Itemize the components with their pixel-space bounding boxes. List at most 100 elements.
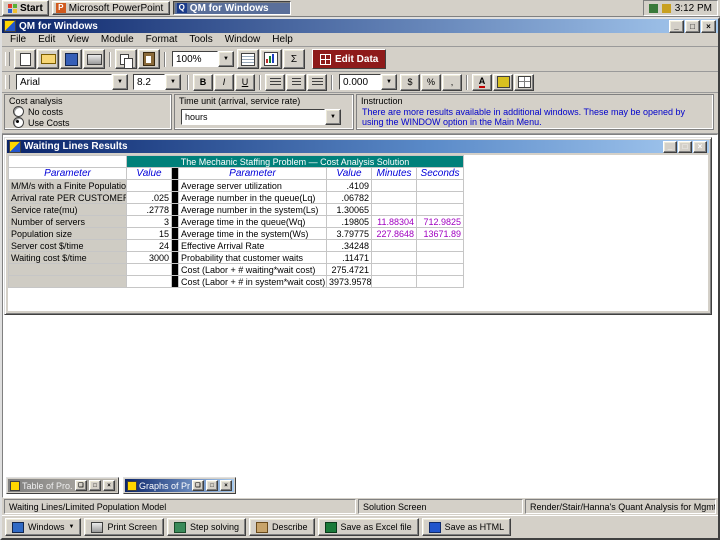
table-cell[interactable]: .4109 — [326, 179, 372, 192]
table-cell[interactable]: 227.8648 — [371, 227, 417, 240]
maximize-icon[interactable]: □ — [89, 480, 101, 491]
table-cell[interactable] — [126, 275, 172, 288]
table-cell[interactable] — [8, 263, 127, 276]
align-right-icon[interactable] — [307, 73, 327, 91]
chevron-down-icon[interactable]: ▼ — [325, 109, 341, 125]
table-cell[interactable]: .11471 — [326, 251, 372, 264]
table-cell[interactable]: 13671.89 — [415, 227, 465, 240]
radio-use-costs[interactable]: Use Costs — [13, 117, 171, 128]
comma-icon[interactable]: , — [442, 73, 462, 91]
close-icon[interactable]: × — [693, 140, 707, 153]
number-format-combobox[interactable]: 0.000 ▼ — [339, 74, 397, 90]
table-cell[interactable]: Average server utilization — [178, 179, 327, 192]
minimize-icon[interactable]: _ — [663, 140, 677, 153]
describe-button[interactable]: Describe — [249, 518, 315, 536]
new-file-icon[interactable] — [14, 49, 36, 69]
table-cell[interactable]: .06782 — [326, 191, 372, 204]
copy-icon[interactable] — [115, 49, 137, 69]
menu-file[interactable]: File — [4, 34, 32, 45]
table-cell[interactable]: 24 — [126, 239, 172, 252]
percent-icon[interactable]: % — [421, 73, 441, 91]
table-cell[interactable]: .025 — [126, 191, 172, 204]
close-icon[interactable]: × — [701, 19, 716, 33]
table-cell[interactable] — [371, 203, 417, 216]
table-cell[interactable]: Effective Arrival Rate — [178, 239, 327, 252]
table-cell[interactable]: Population size — [8, 227, 127, 240]
app-titlebar[interactable]: QM for Windows _ □ × — [2, 19, 718, 33]
align-left-icon[interactable] — [265, 73, 285, 91]
table-cell[interactable]: 3 — [126, 215, 172, 228]
table-cell[interactable] — [371, 251, 417, 264]
table-cell[interactable]: Service rate(mu) — [8, 203, 127, 216]
table-cell[interactable] — [415, 251, 465, 264]
menu-edit[interactable]: Edit — [32, 34, 61, 45]
table-cell[interactable] — [371, 179, 417, 192]
radio-icon[interactable] — [13, 117, 24, 128]
table-cell[interactable]: Probability that customer waits — [178, 251, 327, 264]
menu-tools[interactable]: Tools — [183, 34, 218, 45]
bold-icon[interactable]: B — [193, 73, 213, 91]
table-cell[interactable] — [415, 275, 465, 288]
minimized-window-table[interactable]: Table of Pro... ❑ □ × — [6, 477, 119, 494]
tray-icon[interactable] — [648, 3, 658, 13]
step-solving-button[interactable]: Step solving — [167, 518, 247, 536]
radio-icon[interactable] — [13, 106, 24, 117]
table-cell[interactable]: 3.79775 — [326, 227, 372, 240]
table-cell[interactable] — [371, 191, 417, 204]
close-icon[interactable]: × — [220, 480, 232, 491]
sum-icon[interactable]: Σ — [283, 49, 305, 69]
font-combobox[interactable]: Arial ▼ — [16, 74, 128, 90]
table-cell[interactable] — [415, 263, 465, 276]
underline-icon[interactable]: U — [235, 73, 255, 91]
maximize-icon[interactable]: □ — [206, 480, 218, 491]
table-cell[interactable]: 11.88304 — [371, 215, 417, 228]
table-cell[interactable]: .19805 — [326, 215, 372, 228]
windows-button[interactable]: Windows ▼ — [5, 518, 82, 536]
italic-icon[interactable]: I — [214, 73, 234, 91]
maximize-icon[interactable]: □ — [685, 19, 700, 33]
table-view-icon[interactable] — [237, 49, 259, 69]
table-cell[interactable] — [371, 239, 417, 252]
table-cell[interactable]: .2778 — [126, 203, 172, 216]
time-unit-combobox[interactable]: hours ▼ — [181, 109, 341, 125]
table-cell[interactable] — [126, 263, 172, 276]
tray-icon[interactable] — [661, 3, 671, 13]
chart-icon[interactable] — [260, 49, 282, 69]
table-cell[interactable]: 275.4721 — [326, 263, 372, 276]
align-center-icon[interactable] — [286, 73, 306, 91]
table-cell[interactable]: 3973.9578 — [326, 275, 372, 288]
save-as-excel-button[interactable]: Save as Excel file — [317, 518, 419, 536]
font-color-icon[interactable]: A — [472, 73, 492, 91]
menu-help[interactable]: Help — [266, 34, 299, 45]
chevron-down-icon[interactable]: ▼ — [381, 74, 397, 90]
table-cell[interactable] — [415, 191, 465, 204]
zoom-combobox[interactable]: 100% ▼ — [172, 51, 234, 67]
minimized-window-graphs[interactable]: Graphs of Pro... ❑ □ × — [123, 477, 236, 494]
restore-icon[interactable]: ❑ — [192, 480, 204, 491]
table-cell[interactable] — [415, 239, 465, 252]
save-as-html-button[interactable]: Save as HTML — [421, 518, 512, 536]
restore-icon[interactable]: ❑ — [75, 480, 87, 491]
edit-data-button[interactable]: Edit Data — [312, 49, 387, 69]
close-icon[interactable]: × — [103, 480, 115, 491]
table-cell[interactable] — [415, 179, 465, 192]
table-cell[interactable]: Cost (Labor + # in system*wait cost) — [178, 275, 327, 288]
menu-view[interactable]: View — [61, 34, 95, 45]
table-cell[interactable]: Waiting cost $/time — [8, 251, 127, 264]
open-file-icon[interactable] — [37, 49, 59, 69]
menu-window[interactable]: Window — [219, 34, 267, 45]
chevron-down-icon[interactable]: ▼ — [165, 74, 181, 90]
menu-format[interactable]: Format — [140, 34, 184, 45]
table-cell[interactable]: Average time in the queue(Wq) — [178, 215, 327, 228]
print-icon[interactable] — [83, 49, 105, 69]
table-cell[interactable]: Average number in the queue(Lq) — [178, 191, 327, 204]
table-cell[interactable]: Number of servers — [8, 215, 127, 228]
table-cell[interactable] — [126, 179, 172, 192]
start-button[interactable]: Start — [2, 0, 49, 16]
fill-color-icon[interactable] — [493, 73, 513, 91]
borders-icon[interactable] — [514, 73, 534, 91]
font-size-combobox[interactable]: 8.2 ▼ — [133, 74, 181, 90]
table-cell[interactable]: Cost (Labor + # waiting*wait cost) — [178, 263, 327, 276]
table-cell[interactable]: 3000 — [126, 251, 172, 264]
table-cell[interactable] — [371, 275, 417, 288]
